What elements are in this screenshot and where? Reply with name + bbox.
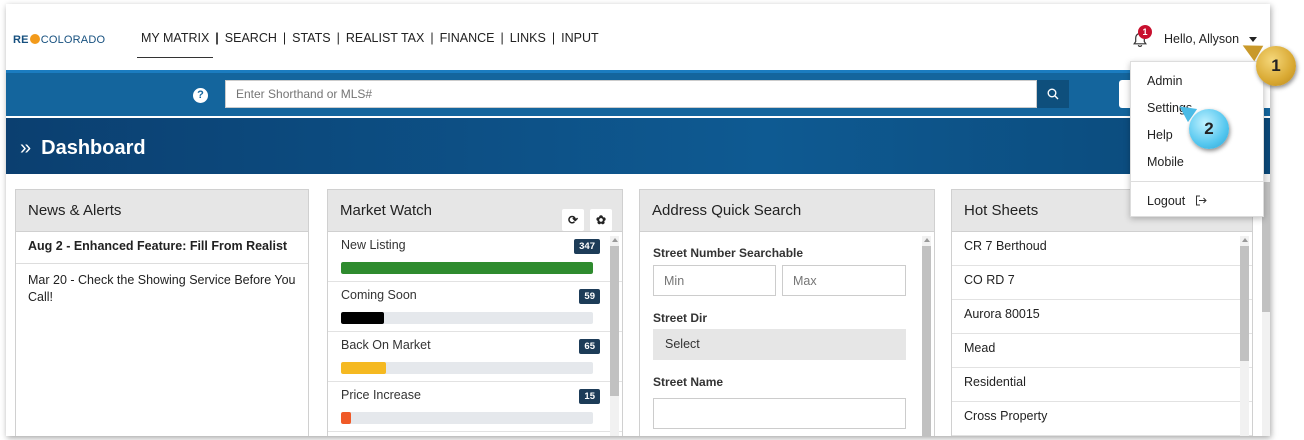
nav-separator: | — [336, 31, 340, 45]
panel-title: Address Quick Search — [640, 190, 934, 232]
count-badge: 15 — [579, 389, 600, 404]
logo-re-text: RE — [13, 34, 29, 46]
address-form: Street Number Searchable Street Dir Sele… — [640, 232, 934, 436]
panel-header: Market Watch ⟳ ✿ — [328, 190, 622, 232]
scrollbar[interactable] — [1240, 236, 1249, 436]
street-number-label: Street Number Searchable — [653, 246, 804, 260]
scroll-thumb[interactable] — [922, 246, 931, 436]
page-title-text: Dashboard — [41, 137, 146, 159]
search-bar: ? — [6, 70, 1270, 116]
menu-item-mobile[interactable]: Mobile — [1147, 155, 1184, 169]
street-name-label: Street Name — [653, 375, 724, 389]
street-number-max-input[interactable] — [782, 265, 906, 296]
gear-icon[interactable]: ✿ — [590, 209, 612, 231]
progress-bar — [341, 312, 593, 324]
progress-bar — [341, 262, 593, 274]
user-greeting[interactable]: Hello, Allyson — [1164, 32, 1239, 46]
scroll-up-icon[interactable] — [924, 238, 930, 242]
news-item[interactable]: Mar 20 - Check the Showing Service Befor… — [16, 264, 308, 314]
menu-divider — [1131, 181, 1263, 182]
address-quick-search-panel: Address Quick Search Street Number Searc… — [639, 189, 935, 436]
scrollbar[interactable] — [610, 236, 619, 436]
count-badge: 347 — [574, 239, 600, 254]
scroll-thumb[interactable] — [1240, 246, 1249, 361]
search-icon — [1047, 88, 1059, 100]
hot-sheets-list: CR 7 Berthoud CO RD 7 Aurora 80015 Mead Resi… — [952, 232, 1252, 436]
progress-fill — [341, 262, 593, 274]
street-dir-label: Street Dir — [653, 311, 708, 325]
hot-sheet-item[interactable]: Aurora 80015 — [952, 300, 1252, 334]
news-alerts-panel: News & Alerts Aug 2 - Enhanced Feature: … — [15, 189, 309, 436]
street-dir-select[interactable]: Select — [653, 329, 906, 360]
hot-sheet-item[interactable]: Cross Property — [952, 402, 1252, 436]
search-button[interactable] — [1037, 80, 1069, 108]
count-badge: 59 — [579, 289, 600, 304]
page-title: » Dashboard — [20, 137, 146, 160]
nav-separator: | — [500, 31, 504, 45]
market-watch-list: New Listing 347 Coming Soon 59 Back On Marke… — [328, 232, 622, 432]
nav-separator: | — [430, 31, 434, 45]
refresh-icon[interactable]: ⟳ — [562, 209, 584, 231]
market-watch-panel: Market Watch ⟳ ✿ New Listing 347 Coming Soo… — [327, 189, 623, 436]
nav-finance[interactable]: FINANCE — [440, 31, 495, 45]
menu-item-logout[interactable]: Logout — [1147, 194, 1207, 208]
scrollbar[interactable] — [922, 236, 931, 436]
progress-bar — [341, 412, 593, 424]
nav-realist-tax[interactable]: REALIST TAX — [346, 31, 425, 45]
progress-fill — [341, 362, 387, 374]
count-badge: 65 — [579, 339, 600, 354]
scroll-up-icon[interactable] — [1242, 238, 1248, 242]
hot-sheets-panel: Hot Sheets CR 7 Berthoud CO RD 7 Aurora 80… — [951, 189, 1253, 436]
logout-icon — [1195, 195, 1207, 206]
news-item[interactable]: Aug 2 - Enhanced Feature: Fill From Real… — [16, 232, 308, 264]
app-window: RE COLORADO MY MATRIX | SEARCH | STATS | REALIS… — [6, 4, 1270, 436]
nav-stats[interactable]: STATS — [292, 31, 330, 45]
market-watch-row[interactable]: Price Increase 15 — [328, 382, 622, 432]
progress-fill — [341, 312, 384, 324]
main-menu: MY MATRIX | SEARCH | STATS | REALIST TAX | FINAN… — [141, 31, 599, 45]
step-callout-2: 2 — [1189, 109, 1229, 149]
menu-item-admin[interactable]: Admin — [1147, 74, 1182, 88]
market-watch-row[interactable]: Coming Soon 59 — [328, 282, 622, 332]
nav-my-matrix[interactable]: MY MATRIX — [141, 31, 209, 45]
market-watch-row[interactable]: New Listing 347 — [328, 232, 622, 282]
panel-title: Market Watch — [340, 202, 432, 219]
nav-input[interactable]: INPUT — [561, 31, 599, 45]
scroll-thumb[interactable] — [610, 246, 619, 396]
help-icon[interactable]: ? — [193, 88, 208, 103]
logo-sun-icon — [29, 34, 40, 44]
nav-links[interactable]: LINKS — [510, 31, 546, 45]
nav-separator: | — [282, 31, 287, 45]
progress-bar — [341, 362, 593, 374]
logo-colorado-text: COLORADO — [40, 34, 106, 46]
hot-sheet-item[interactable]: Residential — [952, 368, 1252, 402]
scroll-up-icon[interactable] — [612, 238, 618, 242]
hot-sheet-item[interactable]: CO RD 7 — [952, 266, 1252, 300]
notification-count-badge: 1 — [1138, 25, 1152, 39]
nav-search[interactable]: SEARCH — [225, 31, 277, 45]
expand-icon[interactable]: » — [20, 137, 31, 159]
panel-title: News & Alerts — [16, 190, 308, 232]
recolorado-logo[interactable]: RE COLORADO — [13, 34, 105, 46]
shorthand-search-input[interactable] — [225, 80, 1037, 108]
top-nav: RE COLORADO MY MATRIX | SEARCH | STATS | REALIS… — [6, 4, 1270, 70]
hot-sheet-item[interactable]: Mead — [952, 334, 1252, 368]
menu-item-help[interactable]: Help — [1147, 128, 1173, 142]
market-watch-row[interactable]: Back On Market 65 — [328, 332, 622, 382]
logout-label: Logout — [1147, 194, 1186, 208]
street-name-input[interactable] — [653, 398, 906, 429]
progress-fill — [341, 412, 352, 424]
hot-sheet-item[interactable]: CR 7 Berthoud — [952, 232, 1252, 266]
dashboard-header: » Dashboard — [6, 116, 1270, 174]
nav-separator: | — [551, 31, 556, 45]
nav-separator: | — [215, 31, 219, 45]
street-number-min-input[interactable] — [653, 265, 776, 296]
step-callout-1: 1 — [1256, 46, 1296, 86]
